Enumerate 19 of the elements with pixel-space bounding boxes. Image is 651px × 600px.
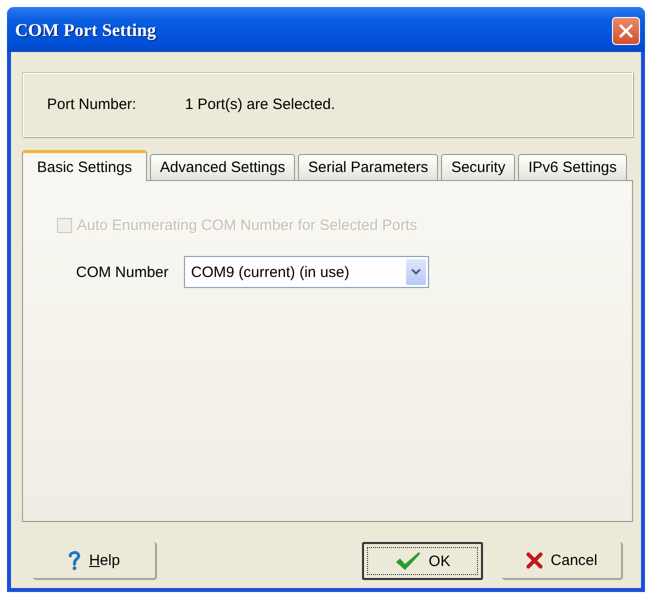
port-number-label: Port Number:: [47, 96, 138, 113]
checkmark-icon: [394, 551, 421, 571]
close-button[interactable]: [612, 16, 640, 44]
tab[interactable]: IPv6 Settings: [518, 154, 627, 180]
help-button[interactable]: Help: [33, 542, 157, 580]
cancel-button[interactable]: Cancel: [502, 542, 623, 580]
close-icon: [619, 24, 633, 38]
com-number-dropdown[interactable]: COM9 (current) (in use): [184, 256, 429, 288]
com-number-label: COM Number: [76, 264, 170, 280]
tab[interactable]: Advanced Settings: [150, 154, 296, 180]
tab[interactable]: Security: [441, 154, 516, 180]
port-selection-text: 1 Port(s) are Selected.: [185, 96, 336, 113]
cross-icon: [526, 552, 543, 568]
window-title: COM Port Setting: [15, 20, 156, 41]
question-mark-icon: [68, 550, 82, 570]
ok-button[interactable]: OK: [362, 542, 483, 580]
tab[interactable]: Basic Settings: [22, 150, 148, 181]
tab[interactable]: Serial Parameters: [298, 154, 438, 180]
checkbox-label: Auto Enumerating COM Number for Selected Ports: [77, 217, 418, 234]
